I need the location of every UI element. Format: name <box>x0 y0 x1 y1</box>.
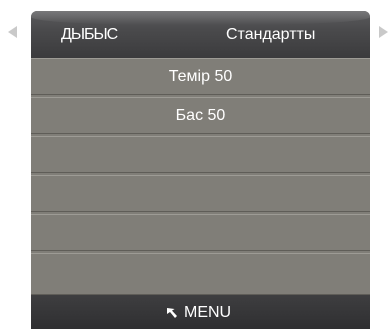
menu-item-bass[interactable]: Бас 50 <box>31 97 370 134</box>
menu-panel: ДЫБЫС Стандартты Темір 50 Бас 50 MENU <box>31 11 370 329</box>
menu-item-empty <box>31 253 370 295</box>
sound-menu-screen: ДЫБЫС Стандартты Темір 50 Бас 50 MENU <box>0 0 392 330</box>
menu-item-label: Темір 50 <box>168 68 233 85</box>
previous-page-arrow-icon[interactable] <box>8 26 17 38</box>
menu-title: ДЫБЫС <box>61 26 118 43</box>
sound-mode-value[interactable]: Стандартты <box>226 26 315 44</box>
menu-button-label: MENU <box>184 304 232 321</box>
return-arrow-icon <box>165 307 179 319</box>
menu-header: ДЫБЫС Стандартты <box>31 11 370 58</box>
menu-footer[interactable]: MENU <box>31 295 370 329</box>
menu-item-empty <box>31 175 370 212</box>
menu-item-empty <box>31 136 370 173</box>
menu-item-label: Бас 50 <box>175 107 226 124</box>
menu-item-treble[interactable]: Темір 50 <box>31 58 370 95</box>
header-shine <box>31 11 370 25</box>
next-page-arrow-icon[interactable] <box>379 26 388 38</box>
menu-item-empty <box>31 214 370 251</box>
